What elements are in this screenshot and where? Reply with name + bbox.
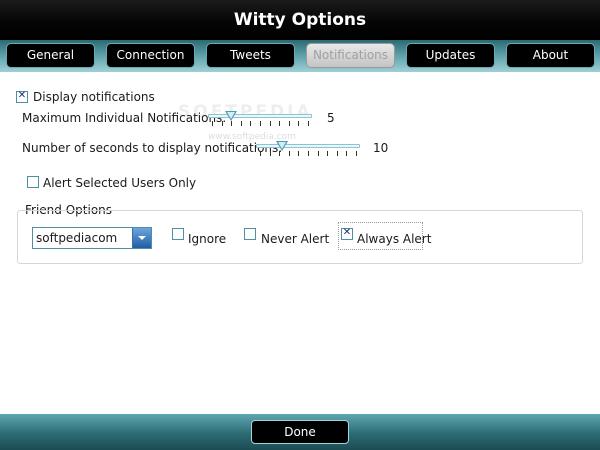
slider-tick: [269, 151, 271, 156]
slider-tick: [260, 151, 261, 156]
slider-thumb[interactable]: [224, 111, 237, 121]
seconds-display-label: Number of seconds to display notificatio…: [22, 141, 283, 155]
display-notifications-checkbox[interactable]: [16, 90, 28, 103]
slider-track: [208, 114, 312, 118]
max-notifications-value: 5: [327, 111, 335, 125]
tab-notifications[interactable]: Notifications: [306, 43, 395, 68]
slider-thumb[interactable]: [275, 141, 288, 151]
slider-tick: [317, 151, 319, 156]
slider-track: [256, 144, 360, 148]
tab-connection[interactable]: Connection: [106, 43, 195, 68]
never-alert-checkbox[interactable]: [244, 228, 256, 240]
slider-tick: [288, 151, 290, 156]
slider-tick: [269, 121, 271, 126]
slider-tick: [240, 121, 242, 126]
chevron-down-icon[interactable]: [132, 228, 151, 248]
tab-strip: General Connection Tweets Notifications …: [0, 40, 600, 72]
friend-select-dropdown[interactable]: softpediacom: [32, 227, 152, 249]
slider-tick: [260, 121, 261, 126]
always-alert-label: Always Alert: [357, 232, 432, 246]
slider-ticks: [208, 121, 312, 127]
always-alert-checkbox[interactable]: [341, 227, 353, 240]
slider-tick: [212, 121, 213, 126]
ignore-checkbox[interactable]: [172, 228, 184, 240]
slider-tick: [231, 121, 233, 126]
alert-selected-users-checkbox[interactable]: [27, 176, 39, 188]
notifications-panel: SOFTPEDIA www.softpedia.com Display noti…: [0, 72, 600, 414]
friend-select-value: softpediacom: [36, 231, 118, 245]
footer-bar: Done: [0, 414, 600, 450]
max-notifications-label: Maximum Individual Notifications:: [22, 111, 227, 125]
slider-tick: [346, 151, 348, 156]
display-notifications-label: Display notifications: [33, 90, 155, 104]
tab-general[interactable]: General: [6, 43, 95, 68]
slider-tick: [308, 121, 309, 126]
slider-tick: [298, 121, 300, 126]
slider-tick: [279, 151, 281, 156]
slider-tick: [327, 151, 329, 156]
slider-tick: [288, 121, 290, 126]
slider-tick: [356, 151, 357, 156]
slider-tick: [250, 121, 252, 126]
seconds-display-slider[interactable]: [256, 140, 360, 160]
slider-tick: [308, 151, 309, 156]
slider-tick: [298, 151, 300, 156]
slider-ticks: [256, 151, 360, 157]
slider-tick: [279, 121, 281, 126]
slider-tick: [336, 151, 338, 156]
slider-tick: [221, 121, 223, 126]
tab-about[interactable]: About: [506, 43, 595, 68]
done-button[interactable]: Done: [251, 420, 349, 444]
max-notifications-slider[interactable]: [208, 110, 312, 130]
never-alert-label: Never Alert: [261, 232, 330, 246]
seconds-display-value: 10: [373, 141, 389, 155]
title-bar: Witty Options: [0, 0, 600, 40]
window-title: Witty Options: [233, 10, 367, 30]
alert-selected-users-label: Alert Selected Users Only: [43, 176, 197, 190]
ignore-label: Ignore: [188, 232, 227, 246]
tab-updates[interactable]: Updates: [406, 43, 495, 68]
tab-tweets[interactable]: Tweets: [206, 43, 295, 68]
